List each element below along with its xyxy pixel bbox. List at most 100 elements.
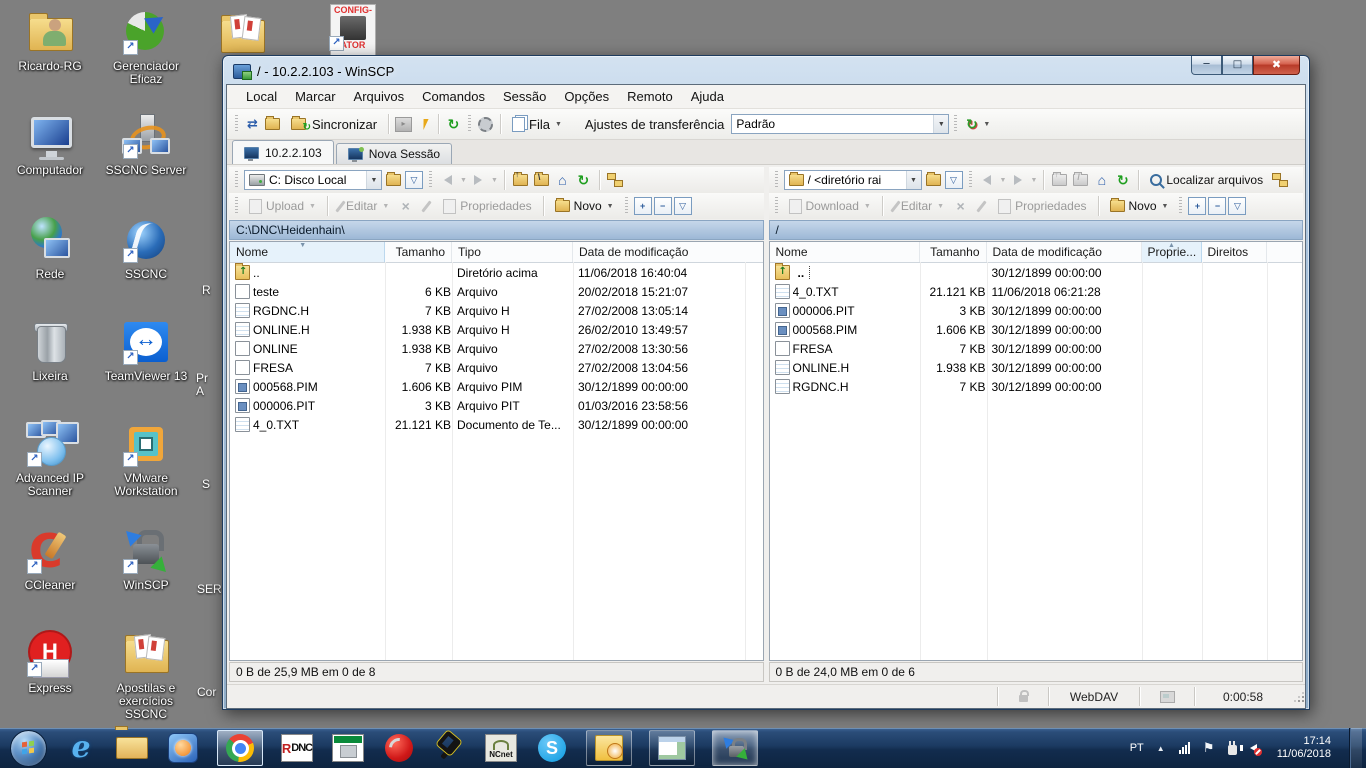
download-button[interactable]: Download▼	[784, 197, 876, 216]
menu-item-ajuda[interactable]: Ajuda	[682, 87, 733, 106]
desktop-icon-teamviewer-13[interactable]: ↔↗TeamViewer 13	[100, 318, 192, 383]
file-row[interactable]: ONLINE.H1.938 KB30/12/1899 00:00:00	[770, 358, 1303, 377]
remove-hardware-icon[interactable]	[1226, 728, 1240, 768]
file-row[interactable]: ONLINE1.938 KBArquivo27/02/2008 13:30:56	[230, 339, 763, 358]
new-session-tab[interactable]: Nova Sessão	[336, 143, 452, 164]
desktop-icon-vmware[interactable]: ↗VMware Workstation	[100, 420, 192, 498]
select-filter-icon[interactable]: ▽	[674, 197, 692, 215]
commit-icon[interactable]	[263, 115, 282, 133]
menu-item-arquivos[interactable]: Arquivos	[345, 87, 414, 106]
desktop-icon-express[interactable]: H↗Express	[4, 630, 96, 695]
back-icon[interactable]	[438, 171, 457, 189]
back-icon[interactable]	[978, 171, 997, 189]
local-drive-combo[interactable]: C: Disco Local▼	[244, 170, 382, 190]
menu-item-opções[interactable]: Opções	[555, 87, 618, 106]
remote-directory-combo[interactable]: / <diretório rai▼	[784, 170, 922, 190]
column-header-tamanho[interactable]: Tamanho	[385, 242, 452, 262]
network-signal-icon[interactable]	[1178, 728, 1192, 768]
taskbar-button-heidenhain-tncremo[interactable]	[331, 730, 365, 766]
file-row[interactable]: RGDNC.H7 KBArquivo H27/02/2008 13:05:14	[230, 301, 763, 320]
select-filter-icon[interactable]: ▽	[1228, 197, 1246, 215]
filter-icon[interactable]: ▽	[405, 171, 423, 189]
file-row[interactable]: 000006.PIT3 KBArquivo PIT01/03/2016 23:5…	[230, 396, 763, 415]
filter-icon[interactable]: ▽	[945, 171, 963, 189]
desktop-icon-configator[interactable]: CONFIG-ATOR↗	[306, 4, 398, 56]
language-indicator[interactable]: PT	[1130, 728, 1144, 768]
taskbar-button-media-player[interactable]	[166, 730, 200, 766]
forward-icon[interactable]	[469, 171, 488, 189]
show-hidden-icons-button[interactable]: ▲	[1154, 728, 1168, 768]
delete-icon[interactable]: ×	[951, 197, 970, 215]
menu-item-remoto[interactable]: Remoto	[618, 87, 682, 106]
open-directory-icon[interactable]	[384, 171, 403, 189]
local-path-bar[interactable]: C:\DNC\Heidenhain\	[229, 220, 764, 240]
console-icon[interactable]: ▸	[394, 115, 413, 133]
synchronize-button[interactable]: ↻ Sincronizar	[283, 112, 383, 136]
taskbar-button-skype[interactable]: S	[535, 730, 569, 766]
taskbar-button-key-tool[interactable]	[433, 730, 467, 766]
desktop-icon-ricardo-rg[interactable]: Ricardo-RG	[4, 8, 96, 73]
start-button[interactable]	[8, 728, 48, 768]
file-row[interactable]: FRESA7 KB30/12/1899 00:00:00	[770, 339, 1303, 358]
desktop-icon-apostilas-e[interactable]: Apostilas e exercícios SSCNC	[100, 630, 192, 721]
file-row[interactable]: 000006.PIT3 KB30/12/1899 00:00:00	[770, 301, 1303, 320]
synchronize-browsing-icon[interactable]	[1270, 171, 1289, 189]
find-files-button[interactable]: Localizar arquivos	[1145, 171, 1268, 189]
select-minus-icon[interactable]: −	[1208, 197, 1226, 215]
taskbar-button-rgdnc[interactable]: RDNC	[280, 730, 314, 766]
file-row[interactable]: ..30/12/1899 00:00:00	[770, 263, 1303, 282]
desktop-icon-computador[interactable]: Computador	[4, 112, 96, 177]
file-row[interactable]: 000568.PIM1.606 KBArquivo PIM30/12/1899 …	[230, 377, 763, 396]
desktop-icon-sscnc-server[interactable]: ↗SSCNC Server	[100, 112, 192, 177]
protocol-cell[interactable]: WebDAV	[1048, 687, 1139, 706]
maximize-button[interactable]: □	[1222, 56, 1253, 75]
select-plus-icon[interactable]: +	[634, 197, 652, 215]
open-directory-icon[interactable]	[924, 171, 943, 189]
home-directory-icon[interactable]: ⌂	[1092, 171, 1111, 189]
edit-button[interactable]: Editar▼	[889, 197, 949, 215]
refresh-icon[interactable]: ↻	[444, 115, 463, 133]
desktop-icon-ccleaner[interactable]: C↗CCleaner	[4, 527, 96, 592]
taskbar-button-ncnet[interactable]: NCnet	[484, 730, 518, 766]
desktop-icon-gerenciador[interactable]: ↗Gerenciador Eficaz	[100, 8, 192, 86]
titlebar[interactable]: / - 10.2.2.103 - WinSCP ─ □ ✖	[226, 56, 1306, 84]
desktop-icon-advanced-ip[interactable]: ↗Advanced IP Scanner	[4, 420, 96, 498]
remote-path-bar[interactable]: /	[769, 220, 1304, 240]
show-desktop-button[interactable]	[1349, 728, 1362, 768]
resize-grip[interactable]	[1295, 690, 1305, 704]
session-tab-10-2-2-103[interactable]: 10.2.2.103	[232, 140, 334, 164]
menu-item-sessão[interactable]: Sessão	[494, 87, 555, 106]
file-row[interactable]: 000568.PIM1.606 KB30/12/1899 00:00:00	[770, 320, 1303, 339]
queue-button[interactable]: Fila▼	[506, 114, 568, 135]
upload-button[interactable]: Upload▼	[244, 197, 321, 216]
select-minus-icon[interactable]: −	[654, 197, 672, 215]
new-button[interactable]: Novo▼	[1105, 197, 1174, 215]
taskbar-button-red-app[interactable]	[382, 730, 416, 766]
taskbar-button-winscp[interactable]	[712, 730, 758, 766]
file-row[interactable]: teste6 KBArquivo20/02/2018 15:21:07	[230, 282, 763, 301]
desktop-icon-lixeira[interactable]: Lixeira	[4, 318, 96, 383]
file-row[interactable]: 4_0.TXT21.121 KBDocumento de Te...30/12/…	[230, 415, 763, 434]
column-header-direitos[interactable]: Direitos	[1202, 242, 1267, 262]
select-plus-icon[interactable]: +	[1188, 197, 1206, 215]
refresh-panel-icon[interactable]: ↻	[574, 171, 593, 189]
properties-button[interactable]: Propriedades	[438, 197, 536, 216]
home-directory-icon[interactable]: ⌂	[553, 171, 572, 189]
taskbar-button-outlook[interactable]	[586, 730, 632, 766]
edit-button[interactable]: Editar▼	[334, 197, 394, 215]
minimize-button[interactable]: ─	[1191, 56, 1222, 75]
desktop-icon-rede[interactable]: Rede	[4, 216, 96, 281]
column-header-data[interactable]: Data de modificação	[573, 242, 763, 262]
taskbar-button-internet-explorer[interactable]: e	[64, 730, 98, 766]
file-row[interactable]: ONLINE.H1.938 KBArquivo H26/02/2010 13:4…	[230, 320, 763, 339]
open-in-putty-icon[interactable]	[414, 115, 433, 133]
rename-icon[interactable]	[417, 197, 436, 215]
delete-icon[interactable]: ×	[396, 197, 415, 215]
volume-muted-icon[interactable]	[1250, 728, 1265, 768]
transfer-settings-combo[interactable]: Padrão▼	[731, 114, 949, 134]
transfer-options-icon[interactable]: ↻	[962, 115, 981, 133]
parent-directory-icon[interactable]: ↑	[511, 171, 530, 189]
refresh-panel-icon[interactable]: ↻	[1113, 171, 1132, 189]
root-directory-icon[interactable]: \	[532, 171, 551, 189]
tray-clock[interactable]: 17:14 11/06/2018	[1277, 735, 1331, 761]
